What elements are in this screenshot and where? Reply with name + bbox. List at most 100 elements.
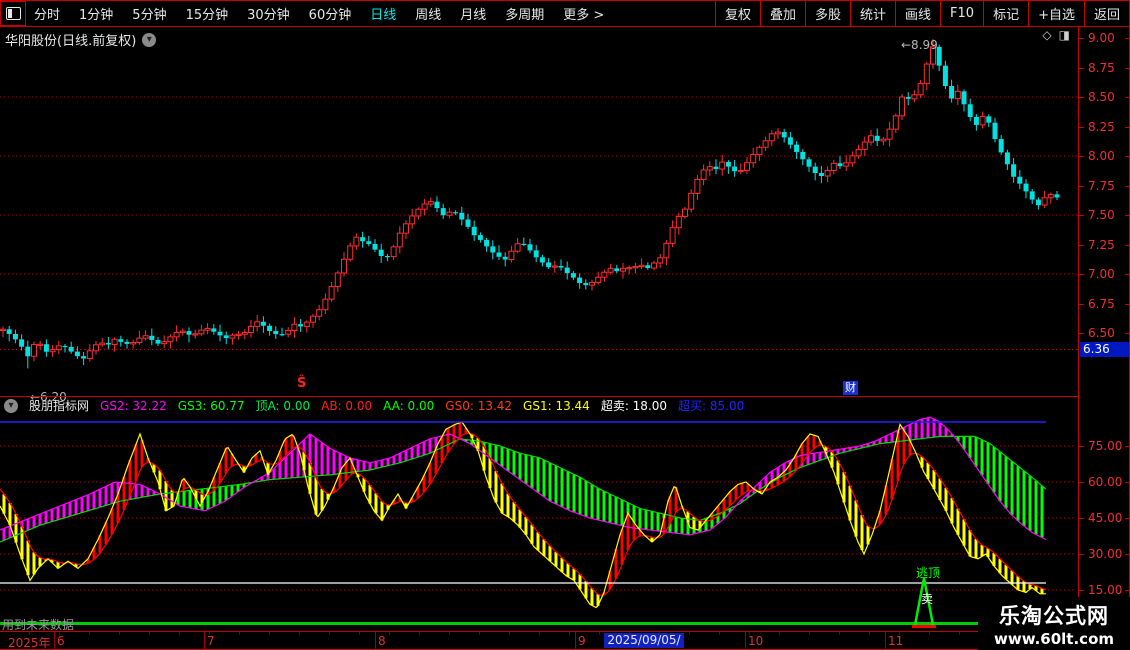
toolbar-item-F10[interactable]: F10 [940, 1, 983, 26]
month-divider [575, 632, 576, 649]
main-chart-area[interactable]: 华阳股份(日线.前复权) ▾ ◇◨ ←6.20 ←8.99 Ŝ 财 [0, 27, 1078, 396]
indicator-value-GS2: GS2: 32.22 [100, 399, 167, 413]
split-square-icon[interactable]: ◨ [1059, 28, 1070, 42]
month-label: 6 [57, 634, 65, 648]
toolbar-item-60分钟[interactable]: 60分钟 [309, 4, 352, 23]
indicator-axis-tick [1079, 446, 1084, 447]
month-label: 7 [207, 634, 215, 648]
stock-app-window: 分时 1分钟 5分钟 15分钟 30分钟 60分钟日线周线月线多周期更多 > 复权叠加多股… [0, 0, 1130, 650]
indicator-panel[interactable]: ▾ 股朋指标网 GS2: 32.22 GS3: 60.77 顶A: 0.00 AB: … [0, 396, 1078, 631]
month-label: 11 [888, 634, 903, 648]
price-axis-tick [1079, 215, 1084, 216]
toolbar-item-1分钟[interactable]: 1分钟 [79, 4, 113, 23]
indicator-axis-tick [1079, 590, 1084, 591]
selected-date-box: 2025/09/05/五 [604, 633, 684, 648]
indicator-axis-tick [1079, 518, 1084, 519]
indicator-value-GS0: GS0: 13.42 [445, 399, 512, 413]
chevron-down-icon[interactable]: ▾ [142, 33, 156, 47]
page-title: 华阳股份(日线.前复权) [5, 30, 136, 49]
indicator-value-超买: 超买: 85.00 [678, 397, 744, 414]
price-axis-tick [1079, 333, 1084, 334]
indicator-axis-tick [1079, 482, 1084, 483]
indicator-value-AA: AA: 0.00 [383, 399, 434, 413]
toolbar-item-复权[interactable]: 复权 [715, 1, 760, 26]
indicator-axis: 75.0060.0045.0030.0015.00 [1078, 396, 1130, 631]
high-price-annotation: ←8.99 [901, 38, 938, 52]
date-axis: 2025年 2025/09/05/五 6 7 8 9 10 11 [0, 631, 1130, 650]
action-menu: 复权叠加多股统计画线F10标记+自选返回 [715, 1, 1129, 26]
indicator-value-GS1: GS1: 13.44 [523, 399, 590, 413]
year-label: 2025年 [8, 634, 51, 650]
price-axis-label: 8.50 [1088, 90, 1115, 104]
price-axis-label: 7.50 [1088, 208, 1115, 222]
price-axis-tick [1079, 186, 1084, 187]
price-axis-label: 8.25 [1088, 120, 1115, 134]
price-axis-label: 8.00 [1088, 149, 1115, 163]
toolbar-item-统计[interactable]: 统计 [850, 1, 895, 26]
indicator-value-顶A: 顶A: 0.00 [256, 397, 311, 414]
escape-top-label: 逃顶 [916, 564, 940, 581]
price-axis-tick [1079, 304, 1084, 305]
toolbar-item-叠加[interactable]: 叠加 [760, 1, 805, 26]
toolbar-item-多周期[interactable]: 多周期 [505, 4, 544, 23]
price-axis-tick [1079, 127, 1084, 128]
price-axis-label: 7.00 [1088, 267, 1115, 281]
period-menu: 分时 1分钟 5分钟 15分钟 30分钟 60分钟日线周线月线多周期更多 > [34, 1, 604, 26]
window-layout-icon [6, 7, 21, 20]
price-axis-tick [1079, 274, 1084, 275]
toolbar-item-画线[interactable]: 画线 [895, 1, 940, 26]
diamond-icon[interactable]: ◇ [1042, 28, 1051, 42]
toolbar-item-月线[interactable]: 月线 [460, 4, 486, 23]
price-axis-tick [1079, 68, 1084, 69]
toolbar-item-日线[interactable]: 日线 [370, 4, 396, 23]
watermark-title: 乐淘公式网 [999, 600, 1109, 630]
price-axis-tick [1079, 245, 1084, 246]
toolbar-item-周线[interactable]: 周线 [415, 4, 441, 23]
toolbar-item-更多 >[interactable]: 更多 > [563, 4, 604, 23]
toolbar-item-15分钟[interactable]: 15分钟 [186, 4, 229, 23]
toolbar-item-分时[interactable]: 分时 [34, 4, 60, 23]
watermark: 乐淘公式网 www.60lt.com [978, 597, 1130, 650]
chart-title-row: 华阳股份(日线.前复权) ▾ [5, 30, 156, 49]
window-layout-button[interactable] [0, 1, 26, 26]
price-axis-label: 8.75 [1088, 61, 1115, 75]
indicator-canvas[interactable] [0, 397, 1078, 631]
candlestick-canvas[interactable] [0, 27, 1078, 396]
price-axis-tick [1079, 97, 1084, 98]
chart-corner-icons: ◇◨ [1042, 28, 1070, 42]
price-axis-tick [1079, 38, 1084, 39]
price-axis-label: 7.25 [1088, 238, 1115, 252]
indicator-axis-label: 30.00 [1088, 547, 1122, 561]
indicator-value-AB: AB: 0.00 [321, 399, 372, 413]
month-label: 8 [378, 634, 386, 648]
month-divider [745, 632, 746, 649]
toolbar-item-5分钟[interactable]: 5分钟 [132, 4, 166, 23]
price-axis-label: 6.50 [1088, 326, 1115, 340]
top-toolbar: 分时 1分钟 5分钟 15分钟 30分钟 60分钟日线周线月线多周期更多 > 复权叠加多股… [0, 0, 1130, 27]
indicator-axis-label: 75.00 [1088, 439, 1122, 453]
month-label: 10 [748, 634, 763, 648]
price-axis-label: 9.00 [1088, 31, 1115, 45]
toolbar-item-标记[interactable]: 标记 [983, 1, 1028, 26]
sell-signal-marker: Ŝ [297, 376, 306, 391]
toolbar-item-多股[interactable]: 多股 [805, 1, 850, 26]
current-price-box: 6.36 [1080, 342, 1130, 357]
price-axis-label: 7.75 [1088, 179, 1115, 193]
watermark-url: www.60lt.com [994, 630, 1114, 648]
chevron-down-icon[interactable]: ▾ [4, 399, 18, 413]
month-divider [885, 632, 886, 649]
month-divider [204, 632, 205, 649]
indicator-value-超卖: 超卖: 18.00 [601, 397, 667, 414]
indicator-axis-label: 60.00 [1088, 475, 1122, 489]
toolbar-item-返回[interactable]: 返回 [1084, 1, 1129, 26]
price-axis-tick [1079, 156, 1084, 157]
month-label: 9 [578, 634, 586, 648]
month-divider [54, 632, 55, 649]
indicator-name: 股朋指标网 [29, 397, 89, 414]
indicator-value-GS3: GS3: 60.77 [178, 399, 245, 413]
indicator-axis-tick [1079, 554, 1084, 555]
toolbar-item-30分钟[interactable]: 30分钟 [247, 4, 290, 23]
toolbar-item-+自选[interactable]: +自选 [1028, 1, 1084, 26]
news-badge[interactable]: 财 [843, 381, 858, 395]
indicator-axis-label: 45.00 [1088, 511, 1122, 525]
